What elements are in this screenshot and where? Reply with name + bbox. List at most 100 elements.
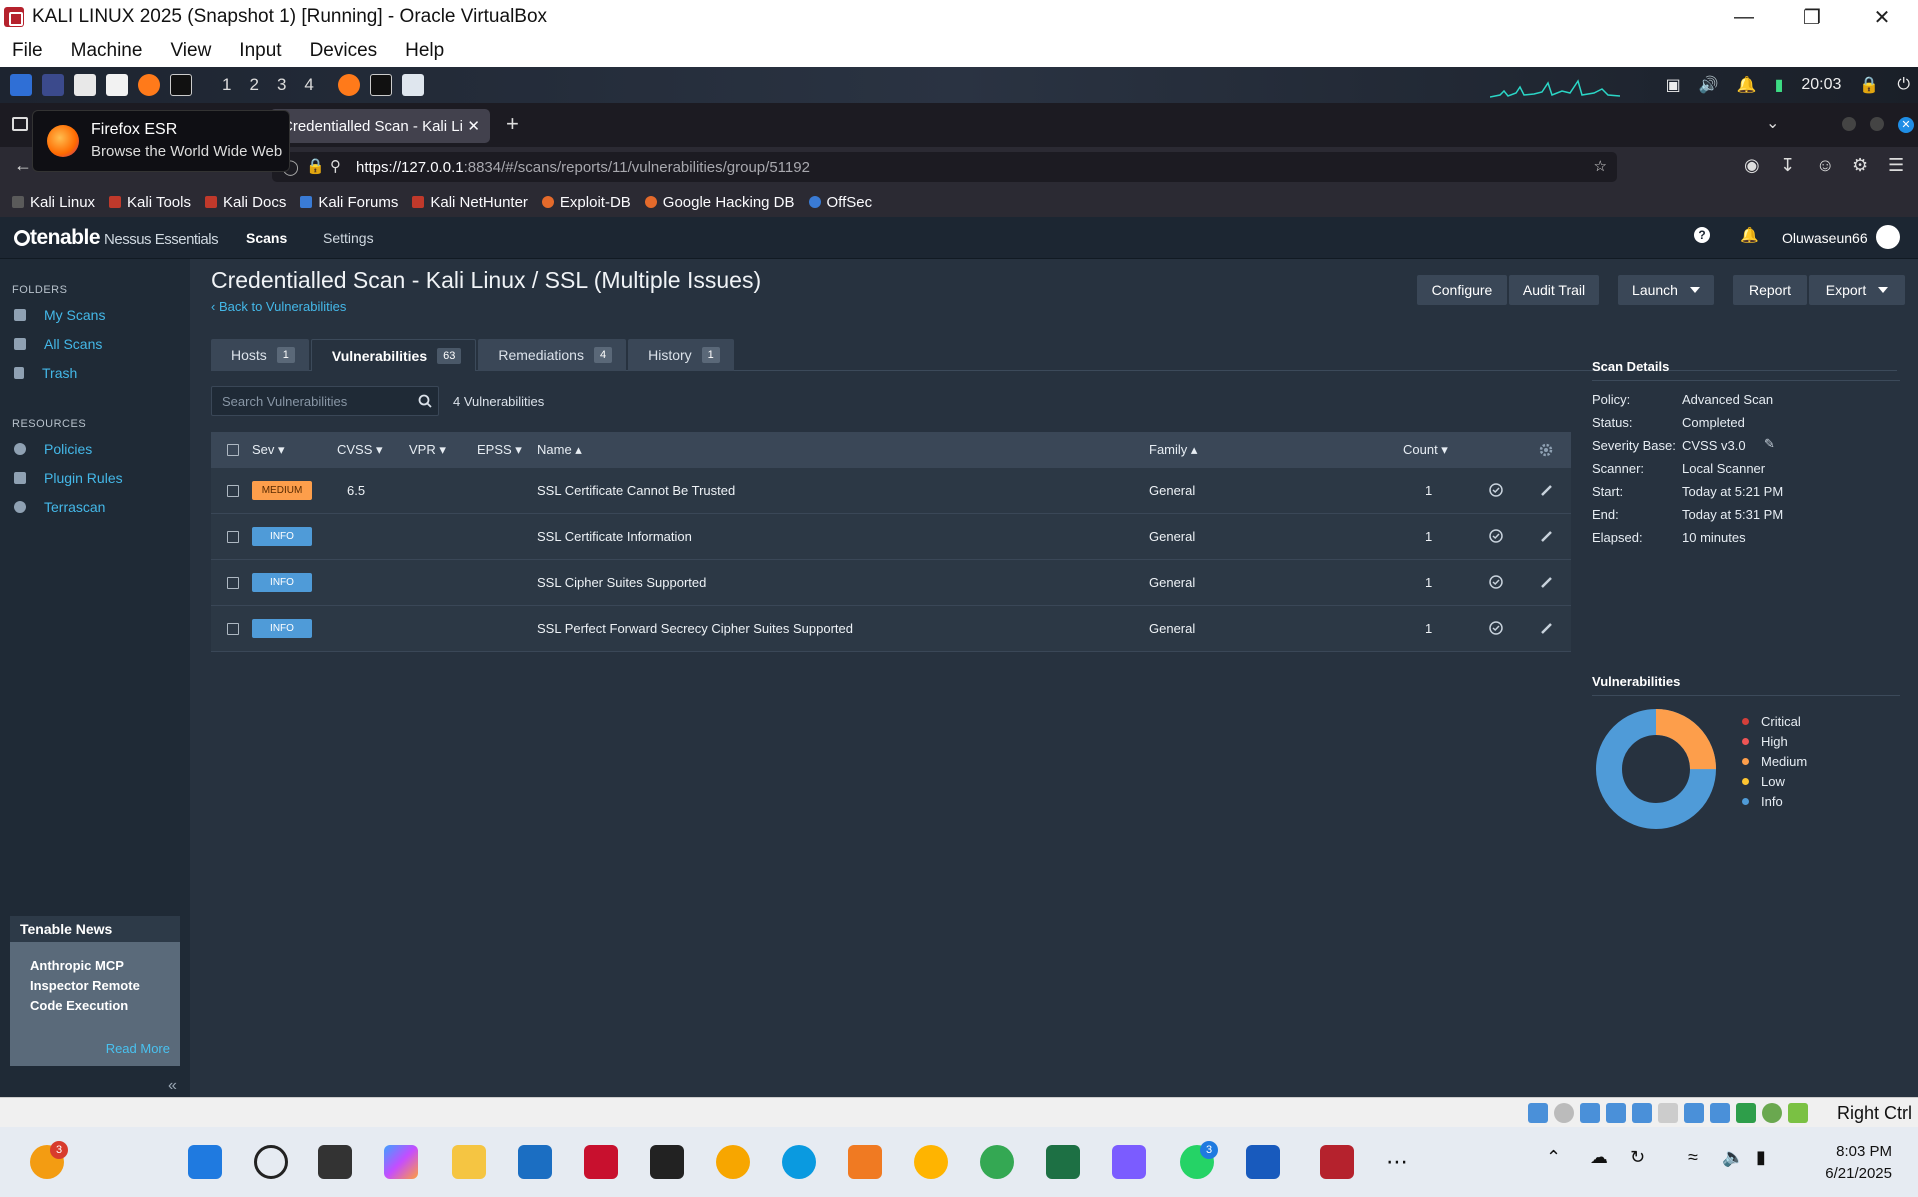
task-view-icon[interactable] (318, 1145, 352, 1179)
vulnerability-name[interactable]: SSL Perfect Forward Secrecy Cipher Suite… (537, 621, 853, 636)
help-icon[interactable]: ? (1694, 227, 1710, 243)
col-epss[interactable]: EPSS ▾ (477, 442, 522, 458)
window-maximize-icon[interactable] (1870, 117, 1884, 131)
search-vulnerabilities-input[interactable]: Search Vulnerabilities (211, 386, 439, 416)
row-checkbox[interactable] (227, 623, 239, 635)
export-button[interactable]: Export (1809, 275, 1905, 305)
menu-file[interactable]: File (12, 40, 43, 62)
row-checkbox[interactable] (227, 485, 239, 497)
sidebar-item-all-scans[interactable]: All Scans (14, 336, 102, 352)
notifications-icon[interactable]: 🔔 (1737, 75, 1757, 95)
table-row[interactable]: INFO SSL Certificate Information General… (211, 514, 1571, 560)
file-explorer-icon[interactable] (452, 1145, 486, 1179)
workspace-2[interactable]: 2 (249, 75, 258, 95)
tab-remediations[interactable]: Remediations 4 (478, 339, 627, 371)
check-circle-icon[interactable] (1488, 574, 1504, 590)
edit-pencil-icon[interactable]: ✎ (1764, 436, 1775, 452)
configure-button[interactable]: Configure (1417, 275, 1507, 305)
tab-history[interactable]: History 1 (628, 339, 734, 371)
bookmark-kali-forums[interactable]: Kali Forums (300, 194, 398, 211)
copilot-icon[interactable] (384, 1145, 418, 1179)
file-manager-icon[interactable] (74, 74, 96, 96)
username[interactable]: Oluwaseun66 (1782, 230, 1868, 246)
tab-close-icon[interactable]: ✕ (467, 117, 480, 135)
sidebar-item-my-scans[interactable]: My Scans (14, 307, 105, 323)
onedrive-icon[interactable]: ☁ (1590, 1147, 1608, 1168)
menu-help[interactable]: Help (405, 40, 444, 62)
shared-folders-icon[interactable] (1658, 1103, 1678, 1123)
bookmark-google-hacking-db[interactable]: Google Hacking DB (644, 194, 795, 211)
menu-view[interactable]: View (170, 40, 211, 62)
vulnerability-name[interactable]: SSL Certificate Information (537, 529, 692, 544)
nav-scans[interactable]: Scans (246, 230, 287, 246)
url-bar[interactable]: ◯ 🔒 ⚲ https://127.0.0.1 :8834/#/scans/re… (272, 152, 1617, 182)
collapse-sidebar-icon[interactable]: « (168, 1077, 177, 1095)
network-icon[interactable] (1606, 1103, 1626, 1123)
back-to-vulnerabilities-link[interactable]: ‹ Back to Vulnerabilities (211, 299, 346, 314)
avatar[interactable] (1876, 225, 1900, 249)
menu-devices[interactable]: Devices (310, 40, 378, 62)
virtualbox-taskbar-icon[interactable] (1320, 1145, 1354, 1179)
firefox-window-icon[interactable] (337, 74, 360, 96)
vulnerabilities-donut-chart[interactable] (1594, 707, 1718, 831)
vulnerability-name[interactable]: SSL Cipher Suites Supported (537, 575, 706, 590)
audit-trail-button[interactable]: Audit Trail (1509, 275, 1599, 305)
text-editor-icon[interactable] (106, 74, 128, 96)
wifi-icon[interactable]: ≈ (1688, 1147, 1698, 1168)
downloads-icon[interactable]: ↧ (1780, 155, 1795, 176)
display-icon[interactable] (1684, 1103, 1704, 1123)
mcafee-icon[interactable] (584, 1145, 618, 1179)
news-headline[interactable]: Anthropic MCP Inspector Remote Code Exec… (10, 942, 180, 1016)
check-circle-icon[interactable] (1488, 482, 1504, 498)
tab-hosts[interactable]: Hosts 1 (211, 339, 309, 371)
keyboard-icon[interactable] (1788, 1103, 1808, 1123)
search-icon[interactable] (254, 1145, 288, 1179)
key-icon[interactable]: ⚲ (330, 157, 341, 175)
pencil-icon[interactable] (1539, 528, 1555, 544)
hard-disk-icon[interactable] (1528, 1103, 1548, 1123)
battery-icon[interactable]: ▮ (1756, 1147, 1766, 1168)
nessus-logo[interactable]: tenable Nessus Essentials (14, 226, 219, 250)
terminal-window-icon[interactable] (369, 74, 392, 96)
lock-icon[interactable]: 🔒 (1859, 75, 1879, 95)
account-icon[interactable]: ☺ (1816, 155, 1834, 176)
workspace-4[interactable]: 4 (304, 75, 313, 95)
cpu-icon[interactable] (1736, 1103, 1756, 1123)
system-clock[interactable]: 8:03 PM 6/21/2025 (1825, 1141, 1892, 1185)
tab-list-icon[interactable] (12, 117, 28, 131)
bookmark-offsec[interactable]: OffSec (808, 194, 872, 211)
mouse-integration-icon[interactable] (1762, 1103, 1782, 1123)
bookmark-kali-nethunter[interactable]: Kali NetHunter (412, 194, 528, 211)
power-icon[interactable]: ⏻ (1897, 76, 1910, 94)
check-circle-icon[interactable] (1488, 528, 1504, 544)
col-count[interactable]: Count ▾ (1403, 442, 1448, 458)
check-circle-icon[interactable] (1488, 620, 1504, 636)
read-more-link[interactable]: Read More (106, 1041, 170, 1056)
report-button[interactable]: Report (1733, 275, 1807, 305)
firefox-icon[interactable] (138, 74, 160, 96)
bookmark-kali-tools[interactable]: Kali Tools (109, 194, 191, 211)
workspace-3[interactable]: 3 (277, 75, 286, 95)
menu-input[interactable]: Input (239, 40, 281, 62)
tab-vulnerabilities[interactable]: Vulnerabilities 63 (310, 339, 477, 371)
audio-icon[interactable] (1580, 1103, 1600, 1123)
avast-icon[interactable] (848, 1145, 882, 1179)
password-manager-icon[interactable] (914, 1145, 948, 1179)
menu-machine[interactable]: Machine (71, 40, 143, 62)
store-icon[interactable] (518, 1145, 552, 1179)
volume-icon[interactable]: 🔊 (1699, 75, 1719, 95)
search-icon[interactable] (418, 394, 432, 408)
row-checkbox[interactable] (227, 531, 239, 543)
usb-icon[interactable] (1632, 1103, 1652, 1123)
recording-icon[interactable] (1710, 1103, 1730, 1123)
bookmark-star-icon[interactable]: ☆ (1594, 157, 1607, 175)
legend-high[interactable]: High (1742, 731, 1807, 751)
pencil-icon[interactable] (1539, 574, 1555, 590)
extensions-icon[interactable]: ⚙ (1852, 155, 1868, 176)
tab-credentialled-scan[interactable]: Credentialled Scan - Kali Linu ✕ (270, 109, 490, 143)
terminal-icon[interactable] (170, 74, 192, 96)
word-icon[interactable] (1246, 1145, 1280, 1179)
copilot-app-icon[interactable] (1112, 1145, 1146, 1179)
pencil-icon[interactable] (1539, 620, 1555, 636)
table-row[interactable]: INFO SSL Perfect Forward Secrecy Cipher … (211, 606, 1571, 652)
